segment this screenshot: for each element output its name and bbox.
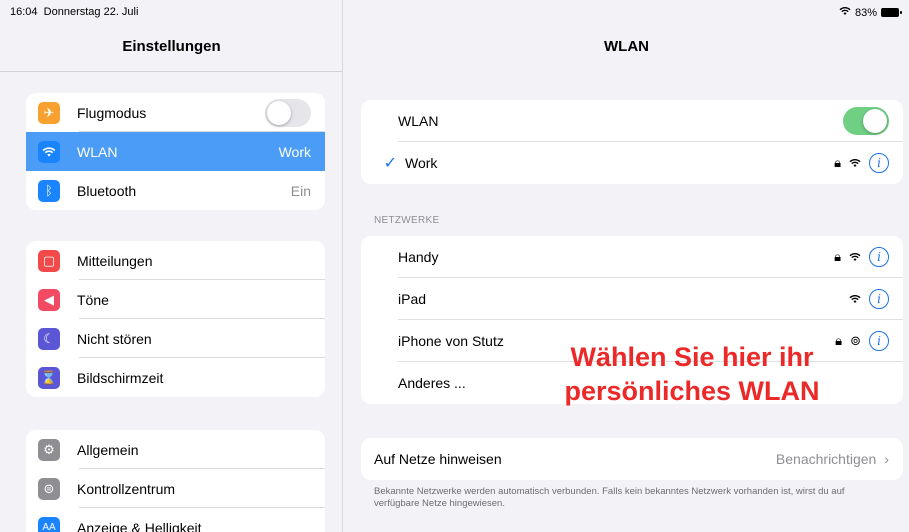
battery-icon	[881, 8, 902, 17]
wifi-icon	[849, 250, 861, 265]
annotation-line-2: persönliches WLAN	[564, 376, 820, 406]
status-right: 83%	[839, 6, 902, 19]
annotation-line-1: Wählen Sie hier ihr	[570, 342, 814, 372]
network-row-handy[interactable]: Handy 🔒︎ i	[361, 236, 903, 278]
sidebar-item-bluetooth[interactable]: ᛒ Bluetooth Ein	[26, 171, 325, 210]
info-icon[interactable]: i	[869, 153, 889, 173]
sidebar-item-label: Flugmodus	[77, 104, 147, 121]
status-clock: 16:04	[10, 6, 38, 18]
annotation-overlay: Wählen Sie hier ihr persönliches WLAN	[527, 340, 857, 408]
sidebar-item-label: Nicht stören	[77, 330, 152, 347]
sidebar-item-label: Anzeige & Helligkeit	[77, 519, 202, 532]
sidebar-item-value: Work	[278, 143, 311, 160]
sidebar-group-general: ⚙ Allgemein ⊜ Kontrollzentrum AA Anzeige…	[26, 430, 325, 532]
airplane-icon: ✈	[38, 101, 60, 124]
info-icon[interactable]: i	[869, 247, 889, 267]
info-icon[interactable]: i	[869, 289, 889, 309]
wifi-icon	[839, 6, 851, 19]
sidebar-item-label: Töne	[77, 291, 109, 308]
sidebar-item-label: Allgemein	[77, 441, 139, 458]
wlan-label: WLAN	[398, 113, 439, 129]
notifications-icon: ▢	[38, 249, 60, 272]
control-center-icon: ⊜	[38, 477, 60, 500]
sidebar-item-kontrollzentrum[interactable]: ⊜ Kontrollzentrum	[26, 469, 325, 508]
sound-icon: ◀	[38, 288, 60, 311]
page-title: WLAN	[604, 38, 649, 55]
sidebar-item-wlan[interactable]: WLAN Work	[26, 132, 325, 171]
wifi-icon	[849, 292, 861, 307]
checkmark-icon: ✓	[383, 155, 397, 172]
sidebar-item-value: Ein	[290, 182, 311, 199]
network-indicators: 🔒︎ i	[834, 247, 889, 267]
sidebar-item-label: WLAN	[77, 143, 118, 160]
network-row-ipad[interactable]: iPad i	[361, 278, 903, 320]
network-name: Handy	[398, 249, 439, 265]
networks-section-header: NETZWERKE	[374, 215, 440, 226]
wifi-icon	[38, 140, 60, 163]
ask-to-join-group: Auf Netze hinweisen Benachrichtigen ›	[361, 438, 903, 480]
sidebar-item-label: Bluetooth	[77, 182, 137, 199]
sidebar-item-anzeige[interactable]: AA Anzeige & Helligkeit	[26, 508, 325, 532]
gear-icon: ⚙	[38, 438, 60, 461]
connected-network-row[interactable]: ✓ Work 🔒︎ i	[361, 142, 903, 184]
flugmodus-toggle[interactable]	[265, 98, 311, 127]
toggle-knob	[267, 100, 291, 125]
display-icon: AA	[38, 516, 60, 532]
wlan-toggle[interactable]	[843, 107, 889, 135]
lock-icon: 🔒︎	[834, 155, 841, 170]
sidebar-item-toene[interactable]: ◀ Töne	[26, 280, 325, 319]
sidebar-item-bildschirmzeit[interactable]: ⌛ Bildschirmzeit	[26, 358, 325, 397]
toggle-knob	[863, 109, 887, 133]
network-name: iPad	[398, 291, 427, 307]
main-panel: WLAN WLAN ✓ Work 🔒︎ i NETZWERKE Handy 🔒︎…	[344, 0, 909, 532]
info-icon[interactable]: i	[869, 331, 889, 351]
sidebar-group-connectivity: ✈ Flugmodus WLAN Work ᛒ Bluetooth Ein	[26, 93, 325, 210]
sidebar: Einstellungen ✈ Flugmodus WLAN Work ᛒ Bl…	[0, 0, 343, 532]
network-indicators: 🔒︎ i	[834, 153, 889, 173]
sidebar-title: Einstellungen	[0, 22, 343, 72]
sidebar-item-mitteilungen[interactable]: ▢ Mitteilungen	[26, 241, 325, 280]
wlan-group: WLAN ✓ Work 🔒︎ i	[361, 100, 903, 184]
connected-network-name: Work	[405, 155, 438, 171]
ask-to-join-label: Auf Netze hinweisen	[374, 451, 502, 467]
ask-to-join-value-wrap: Benachrichtigen ›	[776, 451, 889, 467]
wifi-icon	[849, 156, 861, 171]
ask-to-join-footnote: Bekannte Netzwerke werden automatisch ve…	[374, 486, 845, 509]
sidebar-group-notifications: ▢ Mitteilungen ◀ Töne ☾ Nicht stören ⌛ B…	[26, 241, 325, 397]
bluetooth-icon: ᛒ	[38, 179, 60, 202]
network-indicators: i	[849, 289, 889, 309]
sidebar-item-label: Kontrollzentrum	[77, 480, 176, 497]
sidebar-item-flugmodus[interactable]: ✈ Flugmodus	[26, 93, 325, 132]
wlan-toggle-row: WLAN	[361, 100, 903, 142]
moon-icon: ☾	[38, 327, 60, 350]
ask-to-join-value: Benachrichtigen	[775, 451, 877, 467]
sidebar-item-allgemein[interactable]: ⚙ Allgemein	[26, 430, 325, 469]
sidebar-item-label: Bildschirmzeit	[77, 369, 164, 386]
status-time: 16:04 Donnerstag 22. Juli	[10, 6, 138, 18]
lock-icon: 🔒︎	[834, 249, 841, 264]
hourglass-icon: ⌛	[38, 366, 60, 389]
chevron-right-icon: ›	[884, 451, 889, 467]
status-bar: 16:04 Donnerstag 22. Juli 83%	[0, 0, 909, 22]
ask-to-join-row[interactable]: Auf Netze hinweisen Benachrichtigen ›	[361, 438, 903, 480]
battery-level: 83%	[854, 6, 877, 19]
status-date: Donnerstag 22. Juli	[43, 6, 139, 18]
sidebar-item-nicht-stoeren[interactable]: ☾ Nicht stören	[26, 319, 325, 358]
sidebar-item-label: Mitteilungen	[77, 252, 153, 269]
